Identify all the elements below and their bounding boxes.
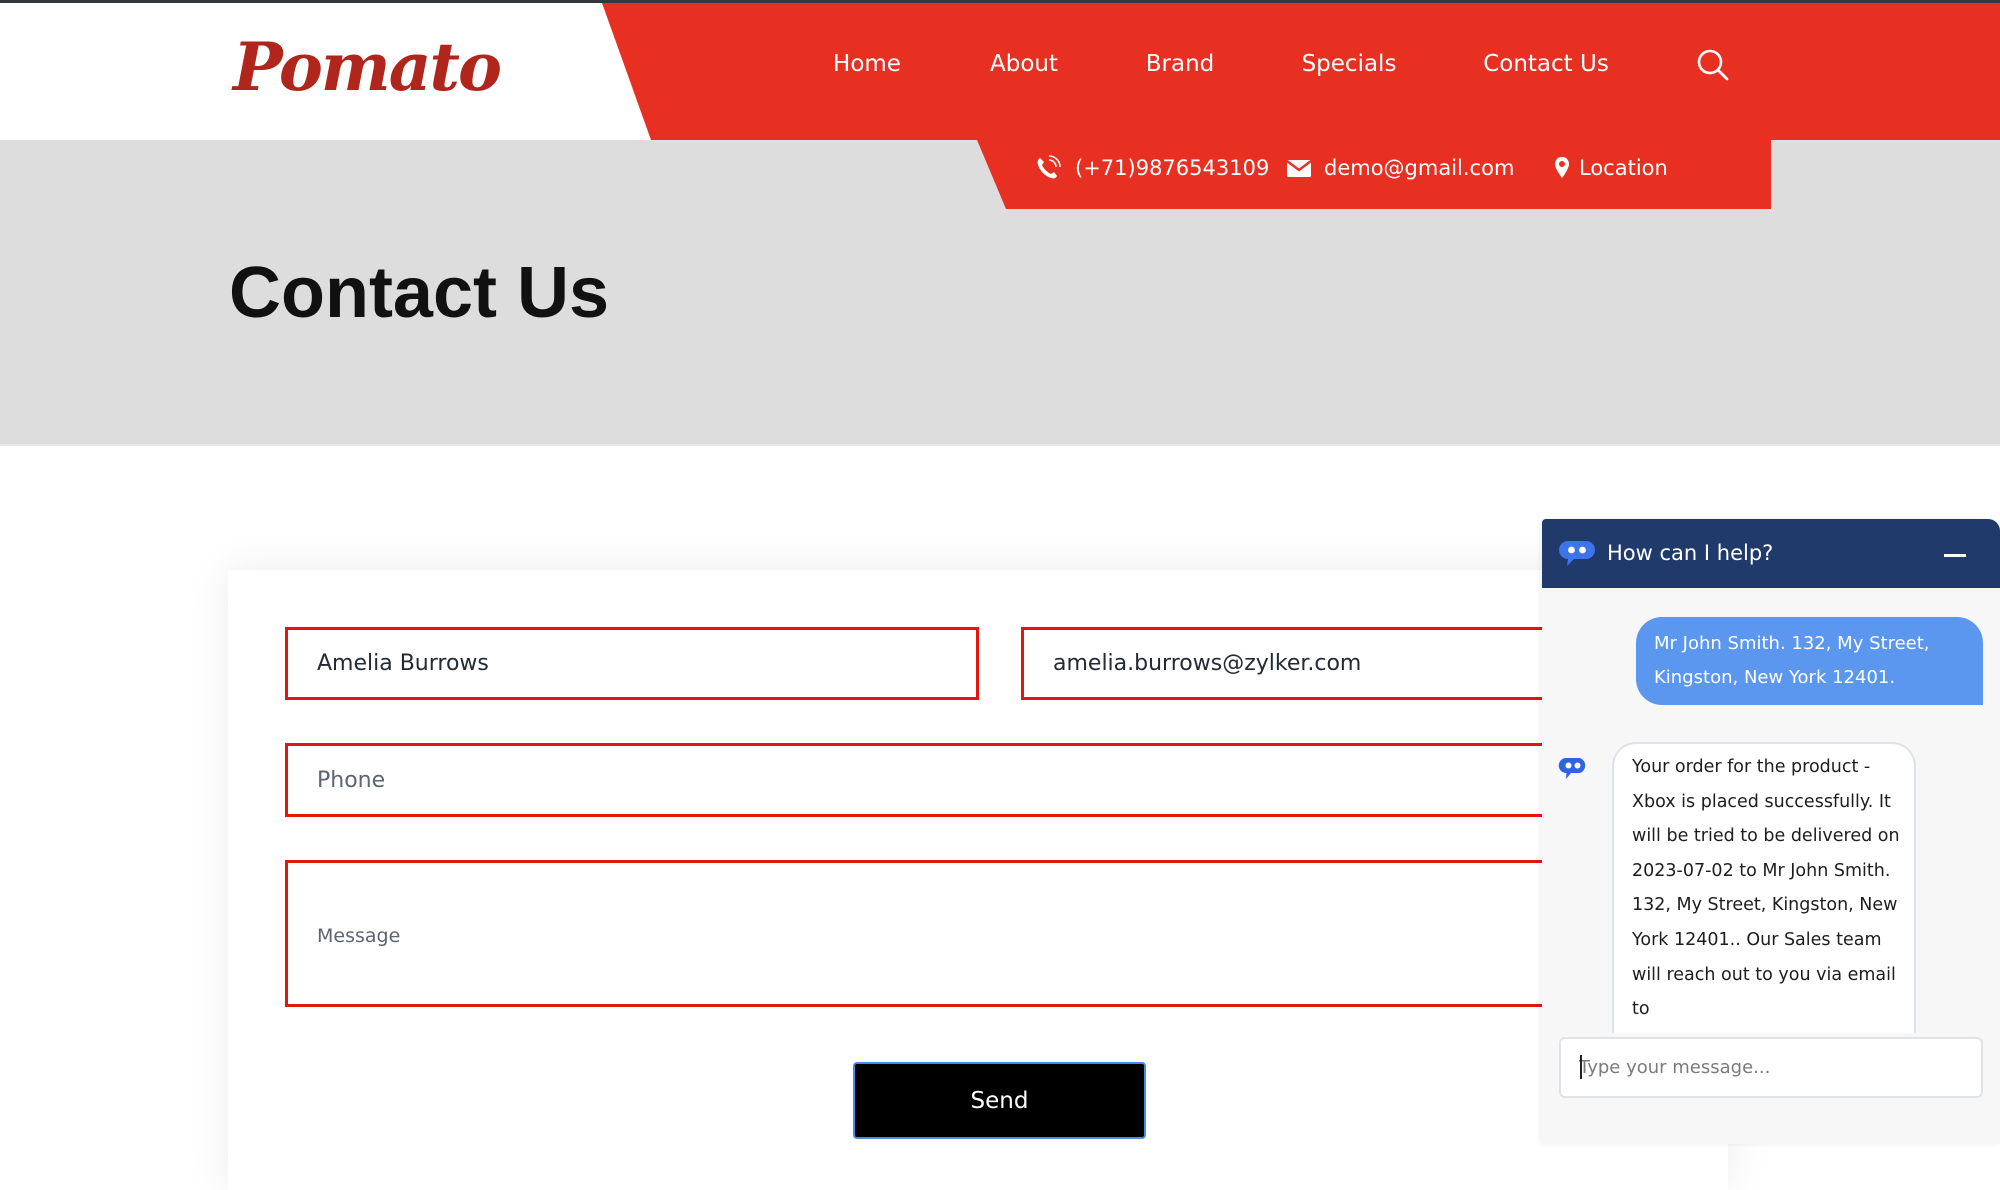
- page-title: Contact Us: [229, 253, 610, 333]
- map-pin-icon: [1548, 154, 1576, 182]
- contact-email[interactable]: demo@gmail.com: [1324, 152, 1514, 184]
- site-logo[interactable]: Pomato: [233, 22, 502, 112]
- minimize-icon: [1944, 554, 1966, 557]
- phone-input[interactable]: [285, 743, 1715, 817]
- send-button[interactable]: Send: [853, 1062, 1146, 1139]
- user-message-bubble: Mr John Smith. 132, My Street, Kingston,…: [1636, 617, 1983, 705]
- nav-item-home[interactable]: Home: [833, 46, 901, 82]
- hero-divider: [0, 444, 2000, 446]
- nav-item-brand[interactable]: Brand: [1146, 46, 1215, 82]
- phone-icon: [1034, 154, 1062, 182]
- chatbot-icon: [1558, 539, 1596, 569]
- bot-avatar-icon: [1558, 757, 1588, 781]
- nav-item-specials[interactable]: Specials: [1302, 46, 1397, 82]
- envelope-icon: [1285, 154, 1313, 182]
- minimize-chat-button[interactable]: [1942, 543, 1970, 567]
- nav-item-about[interactable]: About: [990, 46, 1058, 82]
- search-icon[interactable]: [1695, 47, 1731, 83]
- name-input[interactable]: [285, 627, 979, 700]
- chat-title: How can I help?: [1607, 541, 1774, 565]
- contact-location[interactable]: Location: [1579, 152, 1668, 184]
- message-textarea[interactable]: [285, 860, 1715, 1007]
- chat-header: How can I help?: [1542, 519, 2000, 588]
- chat-widget: How can I help? Mr John Smith. 132, My S…: [1542, 519, 2000, 1144]
- chat-message-list[interactable]: Mr John Smith. 132, My Street, Kingston,…: [1542, 588, 2000, 1033]
- bot-message-bubble: Your order for the product - Xbox is pla…: [1612, 742, 1916, 1033]
- contact-phone[interactable]: (+71)9876543109: [1075, 152, 1269, 184]
- text-caret: [1580, 1055, 1582, 1079]
- chat-message-input[interactable]: [1559, 1037, 1983, 1098]
- nav-item-contact-us[interactable]: Contact Us: [1483, 46, 1609, 82]
